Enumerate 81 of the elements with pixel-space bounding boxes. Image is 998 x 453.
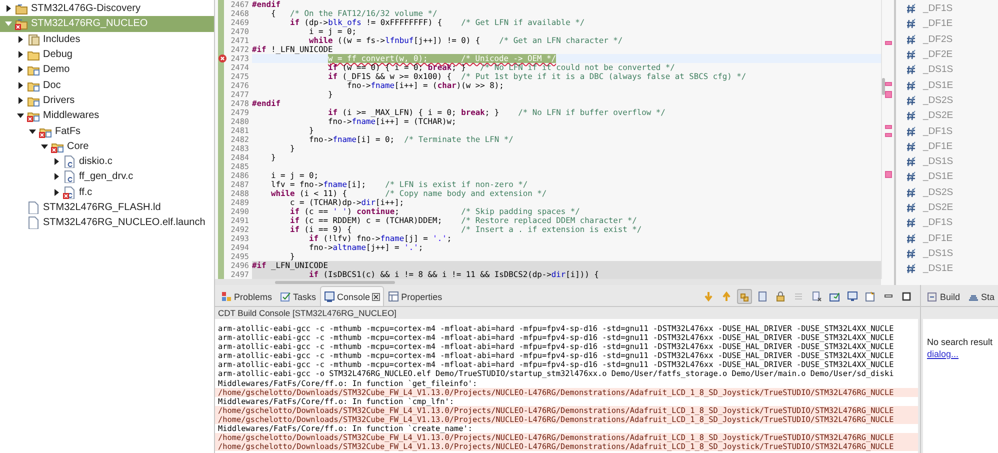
overview-marker[interactable] (885, 82, 892, 86)
panel-tab[interactable]: Tasks (276, 286, 320, 306)
pin-icon (739, 291, 750, 302)
display-icon (829, 291, 840, 302)
macro-icon (906, 126, 917, 137)
macro-icon (906, 202, 917, 213)
overview-marker[interactable] (885, 91, 892, 98)
collapsed-arrow-icon[interactable] (16, 36, 24, 43)
collapsed-arrow-icon[interactable] (4, 5, 12, 12)
collapsed-arrow-icon[interactable] (52, 173, 60, 180)
tree-item[interactable]: ff.c (0, 184, 214, 200)
tree-item[interactable]: STM32L476RG_NUCLEO.elf.launch (0, 215, 214, 230)
macro-icon (906, 64, 917, 76)
macro-icon (906, 171, 917, 182)
collapsed-arrow-icon[interactable] (52, 188, 60, 196)
collapsed-arrow-icon[interactable] (52, 158, 60, 166)
console-title: CDT Build Console [STM32L476RG_NUCLEO] (217, 307, 398, 319)
lock-icon (775, 291, 786, 302)
tree-item[interactable]: Debug (0, 46, 214, 62)
macro-icon (906, 34, 917, 45)
macro-icon (906, 186, 917, 198)
tree-item[interactable]: Doc (0, 77, 214, 93)
macro-icon (906, 217, 917, 228)
macro-icon (906, 248, 917, 259)
tree-item[interactable]: STM32L476RG_FLASH.ld (0, 200, 214, 216)
expanded-arrow-icon[interactable] (16, 112, 24, 120)
expanded-arrow-icon[interactable] (40, 142, 48, 150)
macro-icon (906, 140, 917, 152)
tree-item[interactable]: diskio.c (0, 154, 214, 170)
macro-icon (906, 110, 917, 122)
macro-icon (906, 80, 917, 91)
new-console-icon (865, 291, 876, 302)
scrollbar-thumb[interactable] (882, 78, 885, 95)
tree-item[interactable]: STM32L476G-Discovery (0, 1, 214, 16)
dialog-link[interactable]: dialog... (927, 349, 998, 359)
tree-item[interactable]: Middlewares (0, 108, 214, 124)
lines-icon (793, 291, 804, 302)
scroll-down-icon (703, 291, 714, 302)
macro-icon (906, 3, 917, 14)
search-message: No search result (927, 337, 994, 347)
problems-icon (221, 291, 232, 302)
error-icon (218, 54, 227, 63)
close-icon[interactable] (372, 292, 380, 300)
collapsed-arrow-icon[interactable] (16, 51, 24, 58)
tree-item[interactable]: ff_gen_drv.c (0, 169, 214, 185)
build-icon (927, 291, 938, 302)
macro-icon (906, 156, 917, 168)
console-icon (324, 291, 336, 302)
overview-marker[interactable] (885, 125, 892, 129)
macro-icon (906, 232, 917, 244)
scroll-up-icon (721, 291, 732, 302)
tree-item[interactable]: Includes (0, 32, 214, 47)
properties-icon (388, 291, 400, 302)
panel-tab[interactable]: Problems (217, 286, 276, 306)
macro-icon (906, 263, 917, 274)
expanded-arrow-icon[interactable] (28, 128, 36, 135)
maximize-icon (901, 291, 912, 302)
collapsed-arrow-icon[interactable] (16, 82, 24, 89)
tree-item[interactable]: Demo (0, 62, 214, 78)
tree-item[interactable]: Core (0, 138, 214, 154)
overview-marker[interactable] (885, 171, 892, 178)
overview-marker[interactable] (885, 41, 892, 45)
tree-item[interactable]: FatFs (0, 123, 214, 139)
panel-tab[interactable]: Build (923, 286, 964, 306)
horizontal-scrollbar[interactable] (215, 279, 881, 285)
collapsed-arrow-icon[interactable] (16, 96, 24, 104)
document-icon (757, 291, 768, 302)
monitor-icon (847, 291, 858, 302)
tree-item[interactable]: Drivers (0, 92, 214, 108)
panel-tab[interactable]: Sta (964, 286, 998, 306)
checklist-icon (280, 291, 292, 302)
overview-marker[interactable] (885, 133, 892, 137)
macro-icon (906, 94, 917, 106)
clear-icon (811, 291, 822, 302)
panel-tab[interactable]: Console (320, 286, 384, 306)
scrollbar-thumb[interactable] (275, 281, 395, 284)
macro-icon (906, 18, 917, 30)
collapsed-arrow-icon[interactable] (16, 66, 24, 74)
panel-tab[interactable]: Properties (384, 286, 446, 306)
macro-icon (906, 49, 917, 60)
monitor-button[interactable] (845, 289, 860, 304)
